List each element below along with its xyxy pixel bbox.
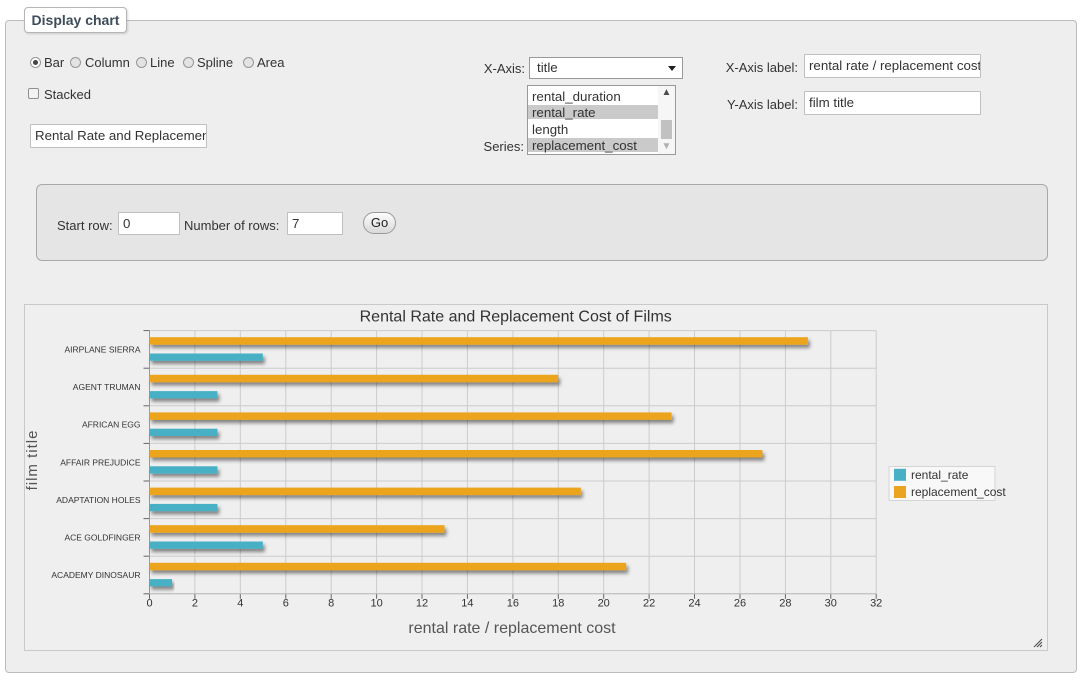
svg-text:10: 10 (370, 598, 382, 610)
svg-text:ACADEMY DINOSAUR: ACADEMY DINOSAUR (51, 570, 140, 580)
svg-text:ACE GOLDFINGER: ACE GOLDFINGER (64, 533, 140, 543)
svg-text:14: 14 (461, 598, 473, 610)
svg-text:Rental Rate and Replacement Co: Rental Rate and Replacement Cost of Film… (360, 309, 672, 326)
svg-text:ADAPTATION HOLES: ADAPTATION HOLES (56, 495, 141, 505)
svg-text:0: 0 (146, 598, 152, 610)
svg-text:12: 12 (416, 598, 428, 610)
svg-text:2: 2 (192, 598, 198, 610)
svg-text:32: 32 (870, 598, 882, 610)
svg-text:rental_rate: rental_rate (911, 468, 969, 482)
svg-text:16: 16 (507, 598, 519, 610)
svg-text:AFRICAN EGG: AFRICAN EGG (82, 420, 141, 430)
svg-text:AGENT TRUMAN: AGENT TRUMAN (73, 382, 141, 392)
svg-text:8: 8 (328, 598, 334, 610)
svg-text:24: 24 (688, 598, 700, 610)
svg-text:20: 20 (598, 598, 610, 610)
svg-text:28: 28 (779, 598, 791, 610)
svg-text:22: 22 (643, 598, 655, 610)
svg-text:AIRPLANE SIERRA: AIRPLANE SIERRA (64, 345, 140, 355)
svg-text:film title: film title (25, 430, 41, 491)
svg-text:replacement_cost: replacement_cost (911, 485, 1006, 499)
svg-text:rental rate / replacement cost: rental rate / replacement cost (408, 620, 616, 637)
svg-text:6: 6 (283, 598, 289, 610)
svg-text:18: 18 (552, 598, 564, 610)
svg-text:26: 26 (734, 598, 746, 610)
svg-text:30: 30 (825, 598, 837, 610)
svg-text:4: 4 (237, 598, 243, 610)
svg-text:AFFAIR PREJUDICE: AFFAIR PREJUDICE (60, 457, 141, 467)
